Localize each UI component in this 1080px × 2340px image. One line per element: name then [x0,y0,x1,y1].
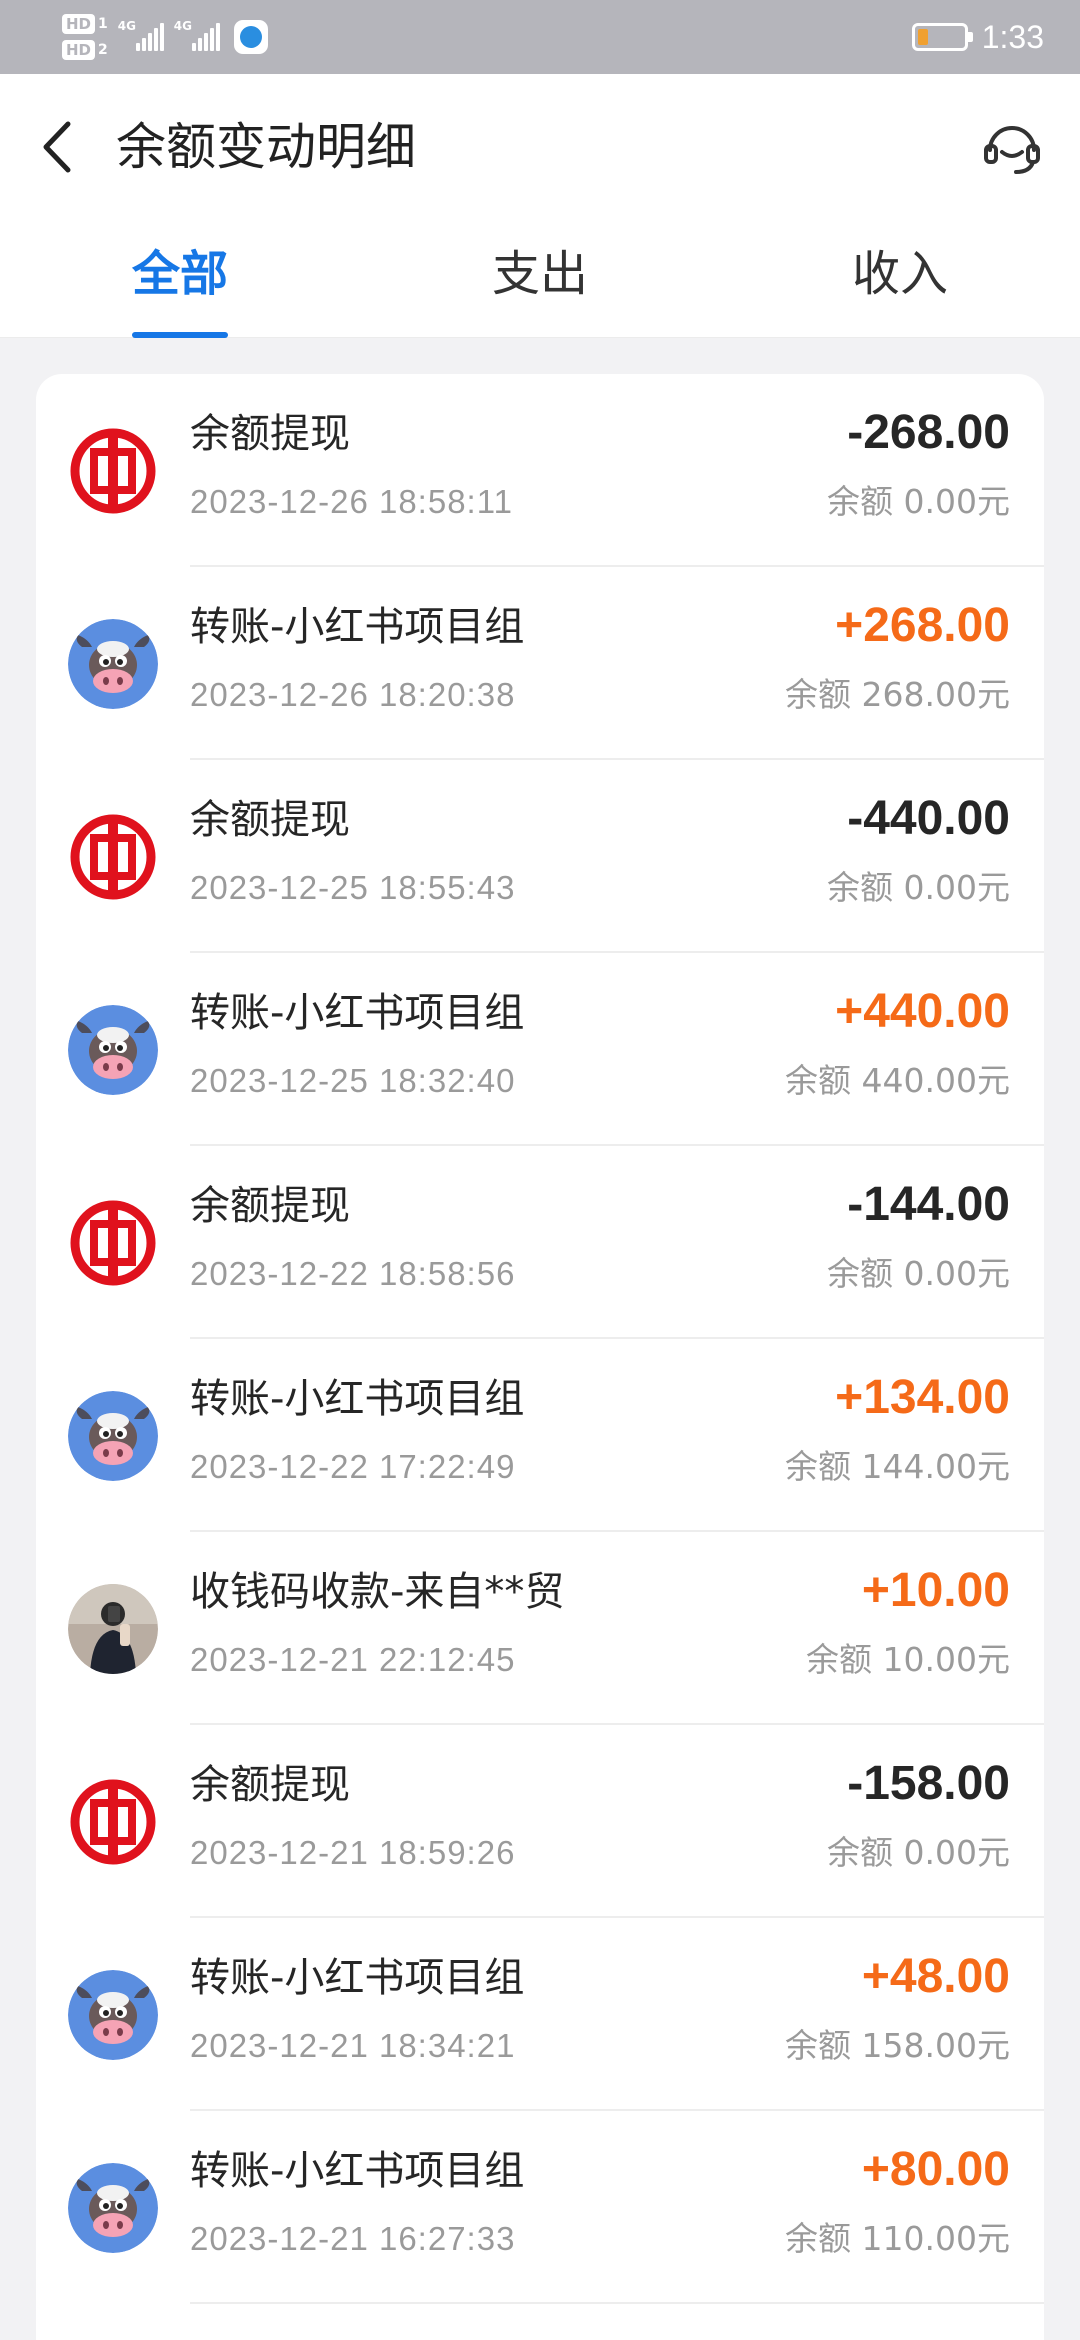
customer-service-button[interactable] [980,114,1044,178]
transaction-row[interactable]: 余额提现 2023-12-26 18:58:11 -268.00 余额 0.00元 [36,374,1044,567]
transaction-avatar [68,1198,158,1288]
status-right: 1:33 [911,16,1044,58]
transaction-avatar [68,2163,158,2253]
transaction-time: 2023-12-21 18:59:26 [190,1834,516,1871]
balance-after: 余额 0.00元 [827,1833,1010,1872]
transaction-time: 2023-12-22 18:58:56 [190,1255,516,1292]
transaction-amount: +134.00 [835,1371,1010,1424]
back-button[interactable] [34,114,84,180]
transaction-amount: +10.00 [861,1564,1010,1617]
cow-avatar-icon [68,1970,158,2060]
active-tab-indicator [132,332,228,338]
transaction-time: 2023-12-21 22:12:45 [190,1641,516,1678]
filter-tabs: 全部 支出 收入 [0,214,1080,338]
tab-expense[interactable]: 支出 [440,244,640,304]
bank-logo-icon [70,1200,156,1286]
transaction-time: 2023-12-25 18:55:43 [190,869,516,906]
balance-after: 余额 440.00元 [785,1061,1010,1100]
battery-icon [911,23,973,51]
tab-all[interactable]: 全部 [80,244,280,304]
transaction-row[interactable]: 余额提现 2023-12-22 18:58:56 -144.00 余额 0.00元 [36,1146,1044,1339]
transaction-avatar [68,812,158,902]
transaction-list: 余额提现 2023-12-26 18:58:11 -268.00 余额 0.00元 转… [36,374,1044,2340]
transaction-row[interactable]: 收钱码收款-来自**贸 2023-12-21 22:12:45 +10.00 余额 1… [36,1532,1044,1725]
balance-after: 余额 110.00元 [785,2219,1010,2258]
balance-after: 余额 0.00元 [827,482,1010,521]
transaction-time: 2023-12-21 16:27:33 [190,2220,516,2257]
balance-after: 余额 0.00元 [827,1254,1010,1293]
transaction-name: 余额提现 [190,1183,350,1229]
transaction-avatar [68,426,158,516]
transaction-name: 余额提现 [190,411,350,457]
transaction-name: 转账-小红书项目组 [190,604,525,650]
balance-after: 余额 144.00元 [785,1447,1010,1486]
transaction-avatar [68,1584,158,1674]
cow-avatar-icon [68,2163,158,2253]
sim1-hd-badge: HD [62,14,96,34]
transaction-name: 转账-小红书项目组 [190,1955,525,2001]
signal-icon: 4G [174,19,220,51]
network-type-label: 4G [117,19,136,33]
transaction-name: 转账-小红书项目组 [190,2148,525,2194]
person-avatar-icon [68,1584,158,1674]
sim2-hd-badge: HD [62,40,96,60]
transaction-name: 转账-小红书项目组 [190,1376,525,1422]
cow-avatar-icon [68,619,158,709]
transaction-time: 2023-12-21 18:34:21 [190,2027,516,2064]
row-divider [190,2302,1044,2304]
balance-after: 余额 10.00元 [806,1640,1010,1679]
bank-logo-icon [70,814,156,900]
transaction-row[interactable]: 转账-小红书项目组 2023-12-25 18:32:40 +440.00 余额 44… [36,953,1044,1146]
transaction-amount: -268.00 [847,406,1010,459]
balance-after: 余额 0.00元 [827,868,1010,907]
notification-app-icon [233,20,268,54]
balance-after: 余额 268.00元 [785,675,1010,714]
transaction-avatar [68,1391,158,1481]
sim2-number: 2 [98,42,108,58]
transaction-row[interactable]: 余额提现 2023-12-25 18:55:43 -440.00 余额 0.00元 [36,760,1044,953]
transaction-row[interactable]: 余额提现 2023-12-21 18:59:26 -158.00 余额 0.00元 [36,1725,1044,1918]
transaction-row[interactable]: 转账-小红书项目组 2023-12-22 17:22:49 +134.00 余额 14… [36,1339,1044,1532]
transaction-amount: +440.00 [835,985,1010,1038]
clock: 1:33 [981,18,1044,55]
transaction-name: 收钱码收款-来自**贸 [190,1569,565,1615]
sim1-number: 1 [98,16,108,32]
transaction-time: 2023-12-26 18:58:11 [190,483,513,520]
transaction-amount: -440.00 [847,792,1010,845]
transaction-amount: +268.00 [835,599,1010,652]
transaction-name: 余额提现 [190,797,350,843]
bank-logo-icon [70,428,156,514]
sim-indicators: HD 1 HD 2 [62,14,108,60]
transaction-name: 转账-小红书项目组 [190,990,525,1036]
tab-income[interactable]: 收入 [800,244,1000,304]
transaction-time: 2023-12-22 17:22:49 [190,1448,516,1485]
headset-icon [984,126,1040,174]
app-header: 余额变动明细 [0,74,1080,214]
transaction-amount: -144.00 [847,1178,1010,1231]
chevron-left-icon [43,121,71,173]
page-title: 余额变动明细 [116,118,416,176]
balance-after: 余额 158.00元 [785,2026,1010,2065]
transaction-avatar [68,1777,158,1867]
transaction-amount: +48.00 [861,1950,1010,2003]
status-bar: HD 1 HD 2 4G 4G 1:33 [0,0,1080,74]
transaction-row[interactable]: 转账-小红书项目组 2023-12-26 18:20:38 +268.00 余额 26… [36,567,1044,760]
transaction-amount: -158.00 [847,1757,1010,1810]
transaction-time: 2023-12-25 18:32:40 [190,1062,516,1099]
cow-avatar-icon [68,1391,158,1481]
transaction-name: 余额提现 [190,1762,350,1808]
transaction-row[interactable]: 转账-小红书项目组 2023-12-21 16:27:33 +80.00 余额 110… [36,2111,1044,2304]
transaction-time: 2023-12-26 18:20:38 [190,676,516,713]
transaction-avatar [68,1970,158,2060]
transaction-amount: +80.00 [861,2143,1010,2196]
transaction-row[interactable]: 转账-小红书项目组 2023-12-21 18:34:21 +48.00 余额 158… [36,1918,1044,2111]
status-left: HD 1 HD 2 4G 4G [62,8,268,66]
transaction-avatar [68,1005,158,1095]
transaction-avatar [68,619,158,709]
cow-avatar-icon [68,1005,158,1095]
signal-icon: 4G [118,19,164,51]
network-type-label: 4G [173,19,192,33]
bank-logo-icon [70,1779,156,1865]
